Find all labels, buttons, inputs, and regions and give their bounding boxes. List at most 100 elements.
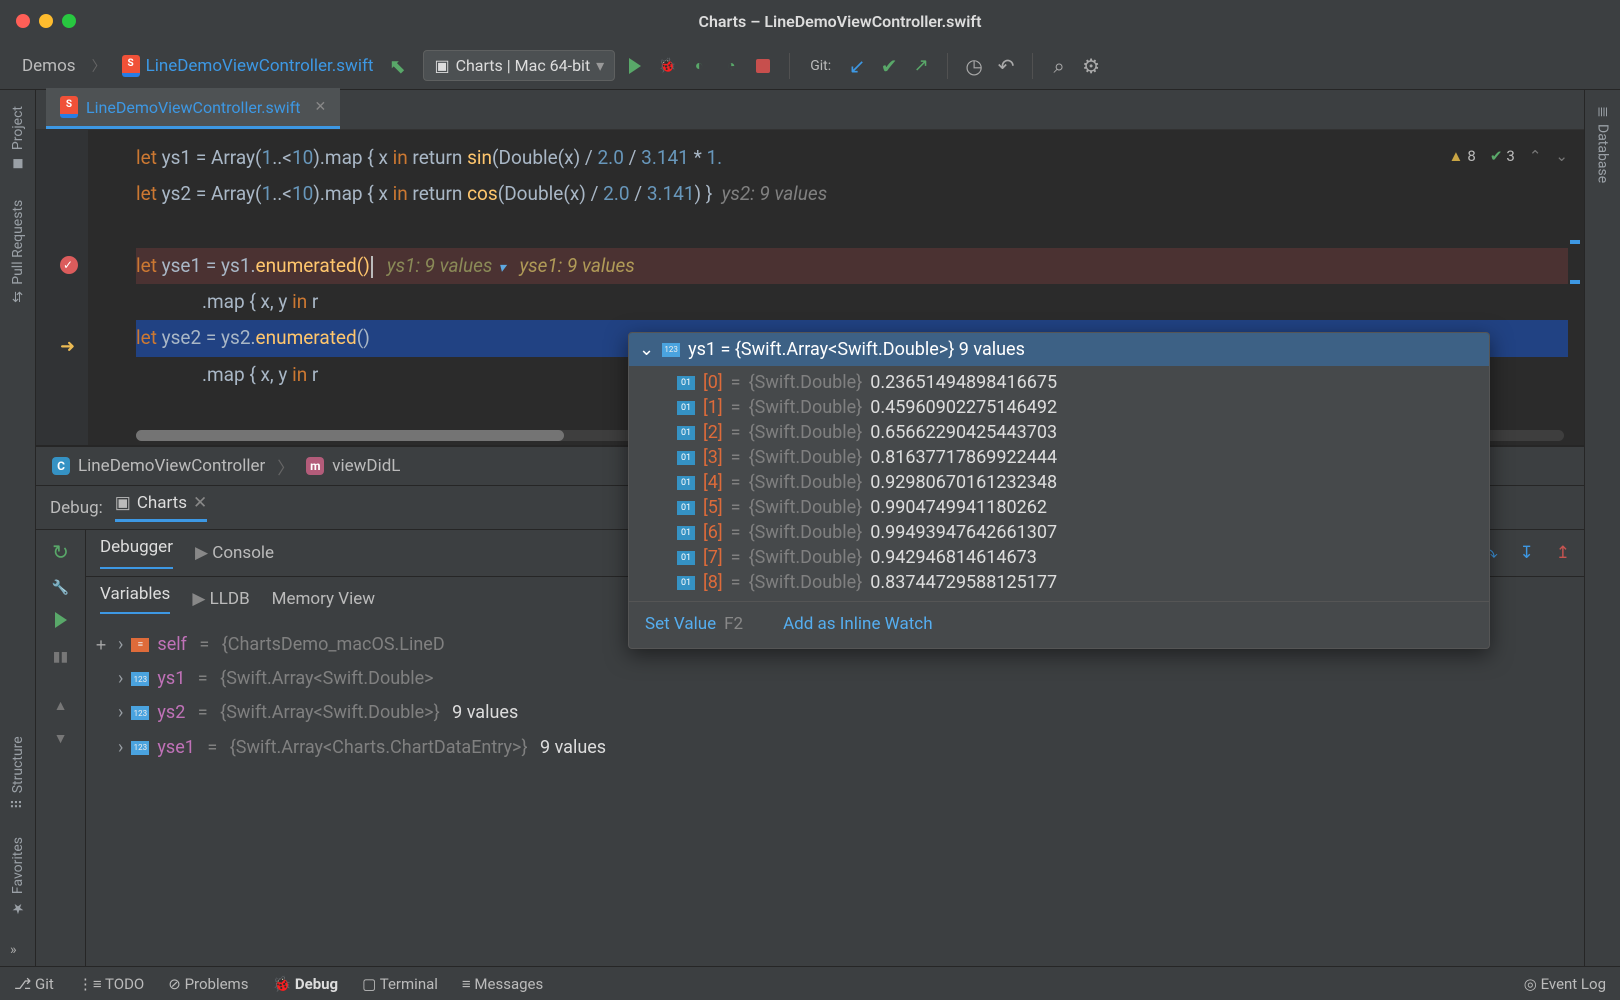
- status-bar: ⎇ Git ⋮≡ TODO ⊘ Problems 🐞 Debug ▢ Termi…: [0, 966, 1620, 1000]
- popup-item[interactable]: 01 [0] = {Swift.Double} 0.23651494898416…: [629, 370, 1489, 395]
- pause-button[interactable]: ▮▮: [53, 649, 68, 665]
- chevron-down-icon[interactable]: ⌄: [639, 339, 654, 360]
- right-tool-rail: ≣Database: [1584, 90, 1620, 966]
- profile-button[interactable]: ◔: [719, 54, 743, 78]
- number-icon: 01: [677, 451, 695, 465]
- close-tab-icon[interactable]: ✕: [314, 99, 326, 115]
- chevron-down-icon[interactable]: ▾: [498, 260, 505, 276]
- git-commit-button[interactable]: ✔: [877, 54, 901, 78]
- status-event-log[interactable]: ◎ Event Log: [1524, 975, 1606, 993]
- add-inline-watch-link[interactable]: Add as Inline Watch: [783, 614, 933, 634]
- rerun-button[interactable]: ↻: [52, 540, 69, 564]
- step-out-button[interactable]: ↥: [1556, 543, 1570, 563]
- tab-label: LineDemoViewController.swift: [86, 98, 300, 117]
- popup-item[interactable]: 01 [7] = {Swift.Double} 0.94294681461467…: [629, 545, 1489, 570]
- set-value-link[interactable]: Set Value: [645, 614, 716, 634]
- popup-item[interactable]: 01 [3] = {Swift.Double} 0.81637717869922…: [629, 445, 1489, 470]
- status-debug[interactable]: 🐞 Debug: [272, 975, 338, 993]
- variable-row[interactable]: › 123 ys2 = {Swift.Array<Swift.Double>} …: [92, 696, 1576, 730]
- tab-lldb[interactable]: ▶ LLDB: [192, 589, 249, 609]
- status-todo[interactable]: ⋮≡ TODO: [78, 975, 144, 993]
- step-down-button[interactable]: ▼: [54, 730, 68, 747]
- variable-popup: ⌄ 123 ys1 = {Swift.Array<Swift.Double>} …: [628, 332, 1490, 649]
- chevron-right-icon[interactable]: ›: [118, 696, 123, 730]
- search-button[interactable]: ⌕: [1047, 54, 1071, 78]
- run-config-label: Charts | Mac 64-bit: [456, 56, 591, 75]
- popup-item[interactable]: 01 [2] = {Swift.Double} 0.65662290425443…: [629, 420, 1489, 445]
- chevron-down-icon: ▾: [596, 56, 604, 75]
- chevron-right-icon[interactable]: ›: [118, 731, 123, 765]
- pull-requests-tool-button[interactable]: ⇆Pull Requests: [10, 200, 26, 303]
- code-line[interactable]: let ys2 = Array(1..<10).map { x in retur…: [136, 176, 1568, 212]
- tab-console[interactable]: ▶ Console: [195, 543, 274, 563]
- code-line[interactable]: .map { x, y in r: [136, 284, 1568, 320]
- variables-tree[interactable]: + › ≡ self = {ChartsDemo_macOS.LineD › 1…: [86, 620, 1584, 966]
- git-pull-button[interactable]: ↙: [845, 54, 869, 78]
- popup-header-row[interactable]: ⌄ 123 ys1 = {Swift.Array<Swift.Double>} …: [629, 333, 1489, 366]
- breadcrumb-file[interactable]: S LineDemoViewController.swift: [118, 51, 378, 81]
- popup-item[interactable]: 01 [1] = {Swift.Double} 0.45960902275146…: [629, 395, 1489, 420]
- stop-button[interactable]: [751, 54, 775, 78]
- status-messages[interactable]: ≡ Messages: [462, 975, 543, 993]
- crumb-class[interactable]: LineDemoViewController: [78, 456, 265, 476]
- structure-tool-button[interactable]: ⠿Structure: [10, 736, 26, 809]
- popup-footer: Set ValueF2 Add as Inline Watch: [629, 601, 1489, 648]
- code-line-breakpoint[interactable]: let yse1 = ys1.enumerated() ys1: 9 value…: [136, 248, 1568, 284]
- breadcrumb-root[interactable]: Demos: [18, 52, 80, 80]
- history-button[interactable]: ◷: [962, 54, 986, 78]
- popup-item[interactable]: 01 [6] = {Swift.Double} 0.99493947642661…: [629, 520, 1489, 545]
- build-button[interactable]: ⬉: [385, 54, 409, 78]
- git-push-button[interactable]: ↗: [909, 54, 933, 78]
- debug-target-label[interactable]: Charts: [137, 493, 187, 513]
- variable-row[interactable]: › 123 ys1 = {Swift.Array<Swift.Double>: [92, 662, 1576, 696]
- code-line[interactable]: let ys1 = Array(1..<10).map { x in retur…: [136, 140, 1568, 176]
- execution-pointer-icon: ➜: [60, 330, 75, 364]
- chevron-right-icon: 〉: [92, 56, 106, 76]
- popup-item[interactable]: 01 [4] = {Swift.Double} 0.92980670161232…: [629, 470, 1489, 495]
- close-tab-icon[interactable]: ✕: [193, 493, 207, 513]
- list-icon: 123: [131, 672, 149, 686]
- minimize-window-button[interactable]: [39, 14, 53, 28]
- close-window-button[interactable]: [16, 14, 30, 28]
- status-problems[interactable]: ⊘ Problems: [168, 975, 248, 993]
- step-up-button[interactable]: ▲: [54, 697, 68, 714]
- tab-variables[interactable]: Variables: [100, 584, 170, 614]
- window-title: Charts – LineDemoViewController.swift: [76, 12, 1604, 31]
- number-icon: 01: [677, 551, 695, 565]
- editor-tab-active[interactable]: S LineDemoViewController.swift ✕: [46, 88, 340, 129]
- run-button[interactable]: [623, 54, 647, 78]
- add-watch-button[interactable]: +: [92, 628, 110, 662]
- breakpoint-icon[interactable]: [60, 256, 78, 274]
- tab-debugger[interactable]: Debugger: [100, 537, 173, 569]
- modify-run-config-button[interactable]: 🔧: [52, 580, 69, 596]
- popup-item[interactable]: 01 [8] = {Swift.Double} 0.83744729588125…: [629, 570, 1489, 595]
- step-into-button[interactable]: ↧: [1520, 543, 1534, 563]
- database-tool-button[interactable]: ≣Database: [1595, 106, 1611, 183]
- editor-tabs: S LineDemoViewController.swift ✕: [36, 90, 1584, 130]
- popup-item[interactable]: 01 [5] = {Swift.Double} 0.99047499411802…: [629, 495, 1489, 520]
- favorites-tool-button[interactable]: ★Favorites: [10, 837, 26, 916]
- chevron-right-icon[interactable]: ›: [118, 662, 123, 696]
- status-terminal[interactable]: ▢ Terminal: [362, 975, 438, 993]
- settings-button[interactable]: ⚙: [1079, 54, 1103, 78]
- inline-value[interactable]: yse1: 9 values: [505, 254, 634, 277]
- run-config-selector[interactable]: ▣ Charts | Mac 64-bit ▾: [423, 50, 615, 81]
- swift-file-icon: S: [122, 55, 140, 77]
- coverage-button[interactable]: ◐: [687, 54, 711, 78]
- chevron-right-icon[interactable]: ›: [118, 628, 123, 662]
- scrollbar-thumb[interactable]: [136, 430, 564, 441]
- bug-icon: 🐞: [272, 975, 291, 993]
- inline-value[interactable]: ys1: 9 values▾: [373, 254, 506, 277]
- debug-button[interactable]: 🐞: [655, 54, 679, 78]
- status-git[interactable]: ⎇ Git: [14, 975, 54, 993]
- git-label: Git:: [804, 58, 837, 74]
- rollback-button[interactable]: ↶: [994, 54, 1018, 78]
- variable-row[interactable]: › 123 yse1 = {Swift.Array<Charts.ChartDa…: [92, 731, 1576, 765]
- zoom-window-button[interactable]: [62, 14, 76, 28]
- tab-memory-view[interactable]: Memory View: [272, 589, 375, 609]
- separator: [789, 53, 790, 79]
- resume-button[interactable]: [55, 612, 67, 633]
- project-tool-button[interactable]: ◼Project: [10, 106, 26, 172]
- crumb-method[interactable]: viewDidL: [332, 456, 400, 476]
- more-tool-windows-button[interactable]: »: [10, 942, 17, 958]
